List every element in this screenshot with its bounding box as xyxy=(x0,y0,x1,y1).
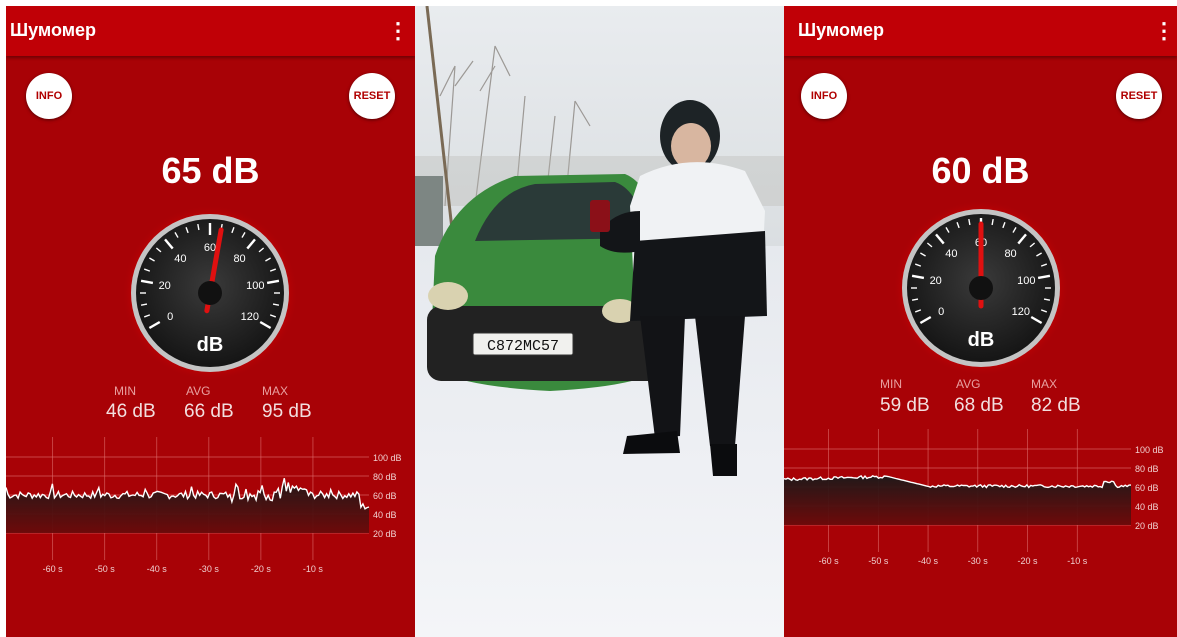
gauge-unit-label: dB xyxy=(197,334,224,356)
gauge-tick-label: 80 xyxy=(1004,248,1016,260)
max-value: 95 dB xyxy=(262,401,312,422)
graph-x-label: -40 s xyxy=(147,564,168,574)
info-button[interactable]: INFO xyxy=(801,73,847,119)
max-label: MAX xyxy=(262,384,289,398)
graph-y-label: 80 dB xyxy=(1135,464,1159,474)
avg-value: 68 dB xyxy=(954,395,1004,416)
avg-label: AVG xyxy=(186,384,211,398)
noise-history-graph: 100 dB 80 dB 60 dB 40 dB 20 dB -60 s -50 s -40… xyxy=(784,429,1164,566)
current-db-readout: 65 dB xyxy=(161,150,260,191)
current-db-readout: 60 dB xyxy=(931,150,1030,191)
app-bar: Шумомер ⋮ xyxy=(6,6,415,56)
gauge-tick-label: 0 xyxy=(938,306,944,318)
gauge-tick-label: 100 xyxy=(246,280,264,292)
gauge-tick-label: 40 xyxy=(945,248,957,260)
graph-x-label: -20 s xyxy=(1018,556,1039,566)
graph-x-label: -60 s xyxy=(819,556,840,566)
gauge-tick-label: 20 xyxy=(159,280,171,292)
graph-y-label: 20 dB xyxy=(1135,521,1159,531)
app-title: Шумомер xyxy=(798,20,885,40)
db-gauge: 0 20 40 60 80 100 120 dB xyxy=(122,206,298,381)
graph-x-label: -50 s xyxy=(95,564,116,574)
max-value: 82 dB xyxy=(1031,395,1081,416)
min-label: MIN xyxy=(114,384,136,398)
min-value: 59 dB xyxy=(880,395,930,416)
app-title: Шумомер xyxy=(10,20,97,40)
min-value: 46 dB xyxy=(106,401,156,422)
graph-x-label: -40 s xyxy=(918,556,939,566)
gauge-tick-label: 0 xyxy=(167,311,173,323)
graph-y-label: 60 dB xyxy=(1135,483,1159,493)
gauge-unit-label: dB xyxy=(968,329,995,351)
photo-person-with-car: С872МС57 xyxy=(415,6,784,637)
avg-value: 66 dB xyxy=(184,401,234,422)
graph-x-label: -30 s xyxy=(199,564,220,574)
graph-y-label: 80 dB xyxy=(373,472,397,482)
gauge-tick-label: 20 xyxy=(930,275,942,287)
info-button[interactable]: INFO xyxy=(26,73,72,119)
max-label: MAX xyxy=(1031,377,1058,391)
noise-history-graph: 100 dB 80 dB 60 dB 40 dB 20 dB -60 s -50 s -40… xyxy=(6,437,402,574)
gauge-tick-label: 120 xyxy=(1012,306,1030,318)
license-plate: С872МС57 xyxy=(487,338,559,355)
graph-y-label: 40 dB xyxy=(373,510,397,520)
graph-y-label: 20 dB xyxy=(373,529,397,539)
graph-y-label: 100 dB xyxy=(373,453,402,463)
avg-label: AVG xyxy=(956,377,981,391)
min-label: MIN xyxy=(880,377,902,391)
gauge-tick-label: 60 xyxy=(204,242,216,254)
gauge-tick-label: 80 xyxy=(233,253,245,265)
reset-button[interactable]: RESET xyxy=(349,73,395,119)
graph-x-label: -50 s xyxy=(868,556,889,566)
graph-x-label: -10 s xyxy=(303,564,324,574)
gauge-tick-label: 40 xyxy=(174,253,186,265)
app-bar: Шумомер ⋮ xyxy=(784,6,1177,56)
gauge-tick-label: 120 xyxy=(241,311,259,323)
gauge-hub xyxy=(198,281,222,305)
graph-x-label: -20 s xyxy=(251,564,272,574)
graph-y-label: 60 dB xyxy=(373,491,397,501)
graph-x-label: -10 s xyxy=(1067,556,1088,566)
noise-meter-screen-right: Шумомер ⋮ INFO RESET 60 dB 0204060801001… xyxy=(784,6,1177,637)
graph-x-label: -60 s xyxy=(43,564,64,574)
db-gauge: 020406080100120 dB xyxy=(893,201,1069,376)
reset-button[interactable]: RESET xyxy=(1116,73,1162,119)
graph-x-label: -30 s xyxy=(968,556,989,566)
graph-y-label: 100 dB xyxy=(1135,445,1164,455)
gauge-hub xyxy=(969,276,993,300)
noise-meter-screen-left: Шумомер ⋮ INFO RESET 65 dB 0 20 40 60 80 100 1… xyxy=(6,6,415,637)
gauge-tick-label: 100 xyxy=(1017,275,1035,287)
more-vertical-icon[interactable]: ⋮ xyxy=(387,16,409,46)
graph-y-label: 40 dB xyxy=(1135,502,1159,512)
more-vertical-icon[interactable]: ⋮ xyxy=(1153,16,1175,46)
